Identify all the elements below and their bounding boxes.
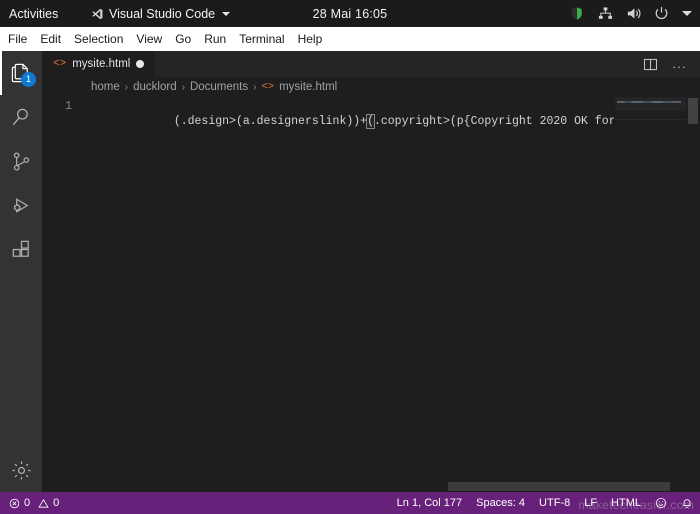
status-cursor-position[interactable]: Ln 1, Col 177: [397, 497, 462, 509]
chevron-right-icon: ›: [181, 81, 185, 93]
chevron-right-icon: ›: [253, 81, 257, 93]
sidebar-item-extensions[interactable]: [0, 227, 42, 271]
menu-run[interactable]: Run: [204, 27, 226, 51]
error-count: 0: [24, 497, 31, 509]
search-icon: [10, 106, 33, 129]
breadcrumb: home › ducklord › Documents › <> mysite.…: [42, 77, 700, 97]
status-indentation[interactable]: Spaces: 4: [476, 497, 525, 509]
explorer-badge: 1: [21, 72, 36, 87]
menu-go[interactable]: Go: [175, 27, 191, 51]
minimap[interactable]: [614, 97, 687, 481]
extensions-icon: [10, 238, 33, 261]
line-number: 1: [65, 100, 72, 113]
code-editor[interactable]: 1 (.design>(a.designerslink))+(.copyrigh…: [42, 97, 700, 481]
smiley-icon[interactable]: [655, 497, 667, 509]
gear-icon: [10, 459, 33, 482]
minimap-code-line: [617, 101, 681, 103]
chevron-down-icon[interactable]: [682, 11, 692, 16]
gnome-top-bar: Activities Visual Studio Code 28 Mai 16:…: [0, 0, 700, 27]
code-segment-before: (.design>(a.designerslink))+: [173, 115, 368, 128]
menu-view[interactable]: View: [136, 27, 162, 51]
status-bar-right: Ln 1, Col 177 Spaces: 4 UTF-8 LF HTML: [397, 497, 693, 509]
screen: Activities Visual Studio Code 28 Mai 16:…: [0, 0, 700, 514]
line-number-gutter: 1: [42, 97, 91, 481]
html-file-icon: <>: [261, 81, 275, 93]
status-bar-left: 0 0: [0, 497, 59, 509]
status-eol[interactable]: LF: [584, 497, 597, 509]
minimap-divider: [615, 119, 687, 120]
shield-icon[interactable]: [570, 6, 585, 21]
menu-help[interactable]: Help: [298, 27, 323, 51]
status-problems[interactable]: 0 0: [9, 497, 59, 509]
vertical-scrollbar[interactable]: [686, 97, 700, 481]
minimap-slider[interactable]: [615, 97, 687, 111]
tab-mysite-html[interactable]: <> mysite.html: [42, 51, 157, 77]
unsaved-indicator[interactable]: [136, 60, 145, 68]
warning-count: 0: [53, 497, 60, 509]
tab-bar-empty-space: [156, 51, 631, 77]
split-editor-icon[interactable]: [643, 57, 658, 72]
sidebar-item-explorer[interactable]: 1: [0, 51, 42, 95]
more-actions-icon[interactable]: ...: [672, 57, 687, 71]
menu-file[interactable]: File: [8, 27, 27, 51]
run-debug-icon: [10, 194, 33, 217]
warning-triangle-icon: [38, 498, 49, 509]
editor-actions: ...: [630, 51, 700, 77]
power-icon[interactable]: [654, 6, 669, 21]
chevron-right-icon: ›: [124, 81, 129, 93]
breadcrumb-item-ducklord[interactable]: ducklord: [133, 81, 176, 93]
editor-group: <> mysite.html ... home › ducklord › Doc…: [42, 51, 700, 492]
breadcrumb-item-documents[interactable]: Documents: [190, 81, 248, 93]
volume-icon[interactable]: [626, 6, 641, 21]
status-bar: 0 0 Ln 1, Col 177 Spaces: 4 UTF-8 LF HTM…: [0, 492, 700, 514]
horizontal-scrollbar[interactable]: [84, 481, 700, 492]
bell-icon[interactable]: [681, 497, 693, 509]
horizontal-scrollbar-thumb[interactable]: [448, 482, 670, 491]
sidebar-item-run-and-debug[interactable]: [0, 183, 42, 227]
source-control-icon: [10, 150, 33, 173]
sidebar-item-search[interactable]: [0, 95, 42, 139]
bracket-match-open: (: [366, 114, 375, 129]
tab-label: mysite.html: [72, 58, 131, 70]
code-line-1[interactable]: (.design>(a.designerslink))+(.copyright>…: [174, 113, 614, 129]
menu-terminal[interactable]: Terminal: [239, 27, 284, 51]
system-tray: [570, 6, 692, 21]
sidebar-item-source-control[interactable]: [0, 139, 42, 183]
network-icon[interactable]: [598, 6, 613, 21]
breadcrumb-item-home[interactable]: home: [91, 81, 120, 93]
breadcrumb-item-mysite-html[interactable]: mysite.html: [279, 81, 337, 93]
manage-settings-button[interactable]: [0, 448, 42, 492]
html-file-icon: <>: [53, 58, 67, 70]
error-circle-icon: [9, 498, 20, 509]
activity-bar: 1: [0, 51, 42, 492]
menu-selection[interactable]: Selection: [74, 27, 123, 51]
vertical-scrollbar-thumb[interactable]: [688, 98, 698, 124]
vscode-window: File Edit Selection View Go Run Terminal…: [0, 27, 700, 514]
menu-edit[interactable]: Edit: [40, 27, 61, 51]
status-encoding[interactable]: UTF-8: [539, 497, 570, 509]
editor-text-area[interactable]: (.design>(a.designerslink))+(.copyright>…: [91, 97, 614, 481]
tab-bar: <> mysite.html ...: [42, 51, 700, 77]
status-language-mode[interactable]: HTML: [611, 497, 641, 509]
code-segment-middle: .copyright>(p{Copyright 2020 OK for MTE}…: [373, 115, 614, 128]
menu-bar: File Edit Selection View Go Run Terminal…: [0, 27, 700, 51]
